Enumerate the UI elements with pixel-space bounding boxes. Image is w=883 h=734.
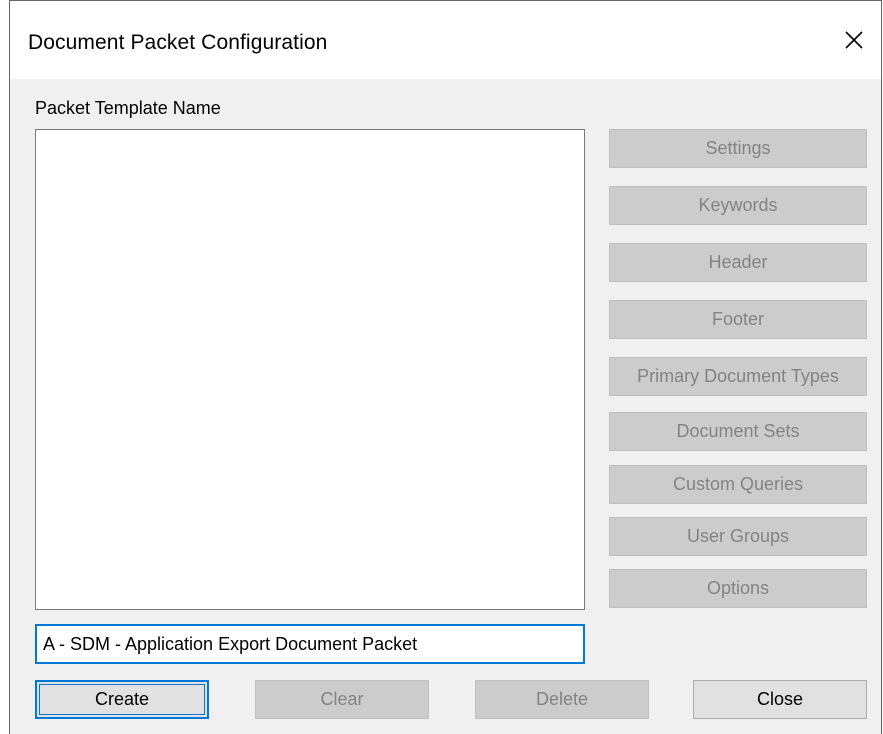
delete-button[interactable]: Delete (475, 680, 649, 719)
close-icon[interactable] (837, 23, 871, 57)
document-sets-button[interactable]: Document Sets (609, 412, 867, 451)
document-sets-button-label: Document Sets (676, 421, 800, 441)
packet-template-list[interactable] (35, 129, 585, 610)
footer-button-label: Footer (711, 309, 765, 329)
primary-document-types-button-label: Primary Document Types (637, 366, 839, 386)
custom-queries-button-label: Custom Queries (672, 474, 804, 494)
footer-button[interactable]: Footer (609, 300, 867, 339)
dialog-window: Document Packet Configuration Packet Tem… (9, 0, 882, 734)
clear-button[interactable]: Clear (255, 680, 429, 719)
options-button-label: Options (706, 578, 770, 598)
clear-button-label: Clear (320, 689, 364, 709)
options-button[interactable]: Options (609, 569, 867, 608)
custom-queries-button[interactable]: Custom Queries (609, 465, 867, 504)
packet-name-input[interactable] (35, 624, 585, 664)
create-button[interactable]: Create (35, 680, 209, 719)
delete-button-label: Delete (535, 689, 589, 709)
user-groups-button[interactable]: User Groups (609, 517, 867, 556)
header-button-label: Header (708, 252, 768, 272)
header-button[interactable]: Header (609, 243, 867, 282)
close-button-label: Close (756, 689, 804, 709)
settings-button[interactable]: Settings (609, 129, 867, 168)
primary-document-types-button[interactable]: Primary Document Types (609, 357, 867, 396)
keywords-button-label: Keywords (698, 195, 778, 215)
settings-button-label: Settings (705, 138, 771, 158)
packet-template-name-label: Packet Template Name (35, 98, 221, 118)
title-bar: Document Packet Configuration (10, 1, 881, 79)
create-button-label: Create (94, 689, 150, 709)
window-title: Document Packet Configuration (28, 31, 328, 54)
user-groups-button-label: User Groups (686, 526, 790, 546)
keywords-button[interactable]: Keywords (609, 186, 867, 225)
close-button[interactable]: Close (693, 680, 867, 719)
